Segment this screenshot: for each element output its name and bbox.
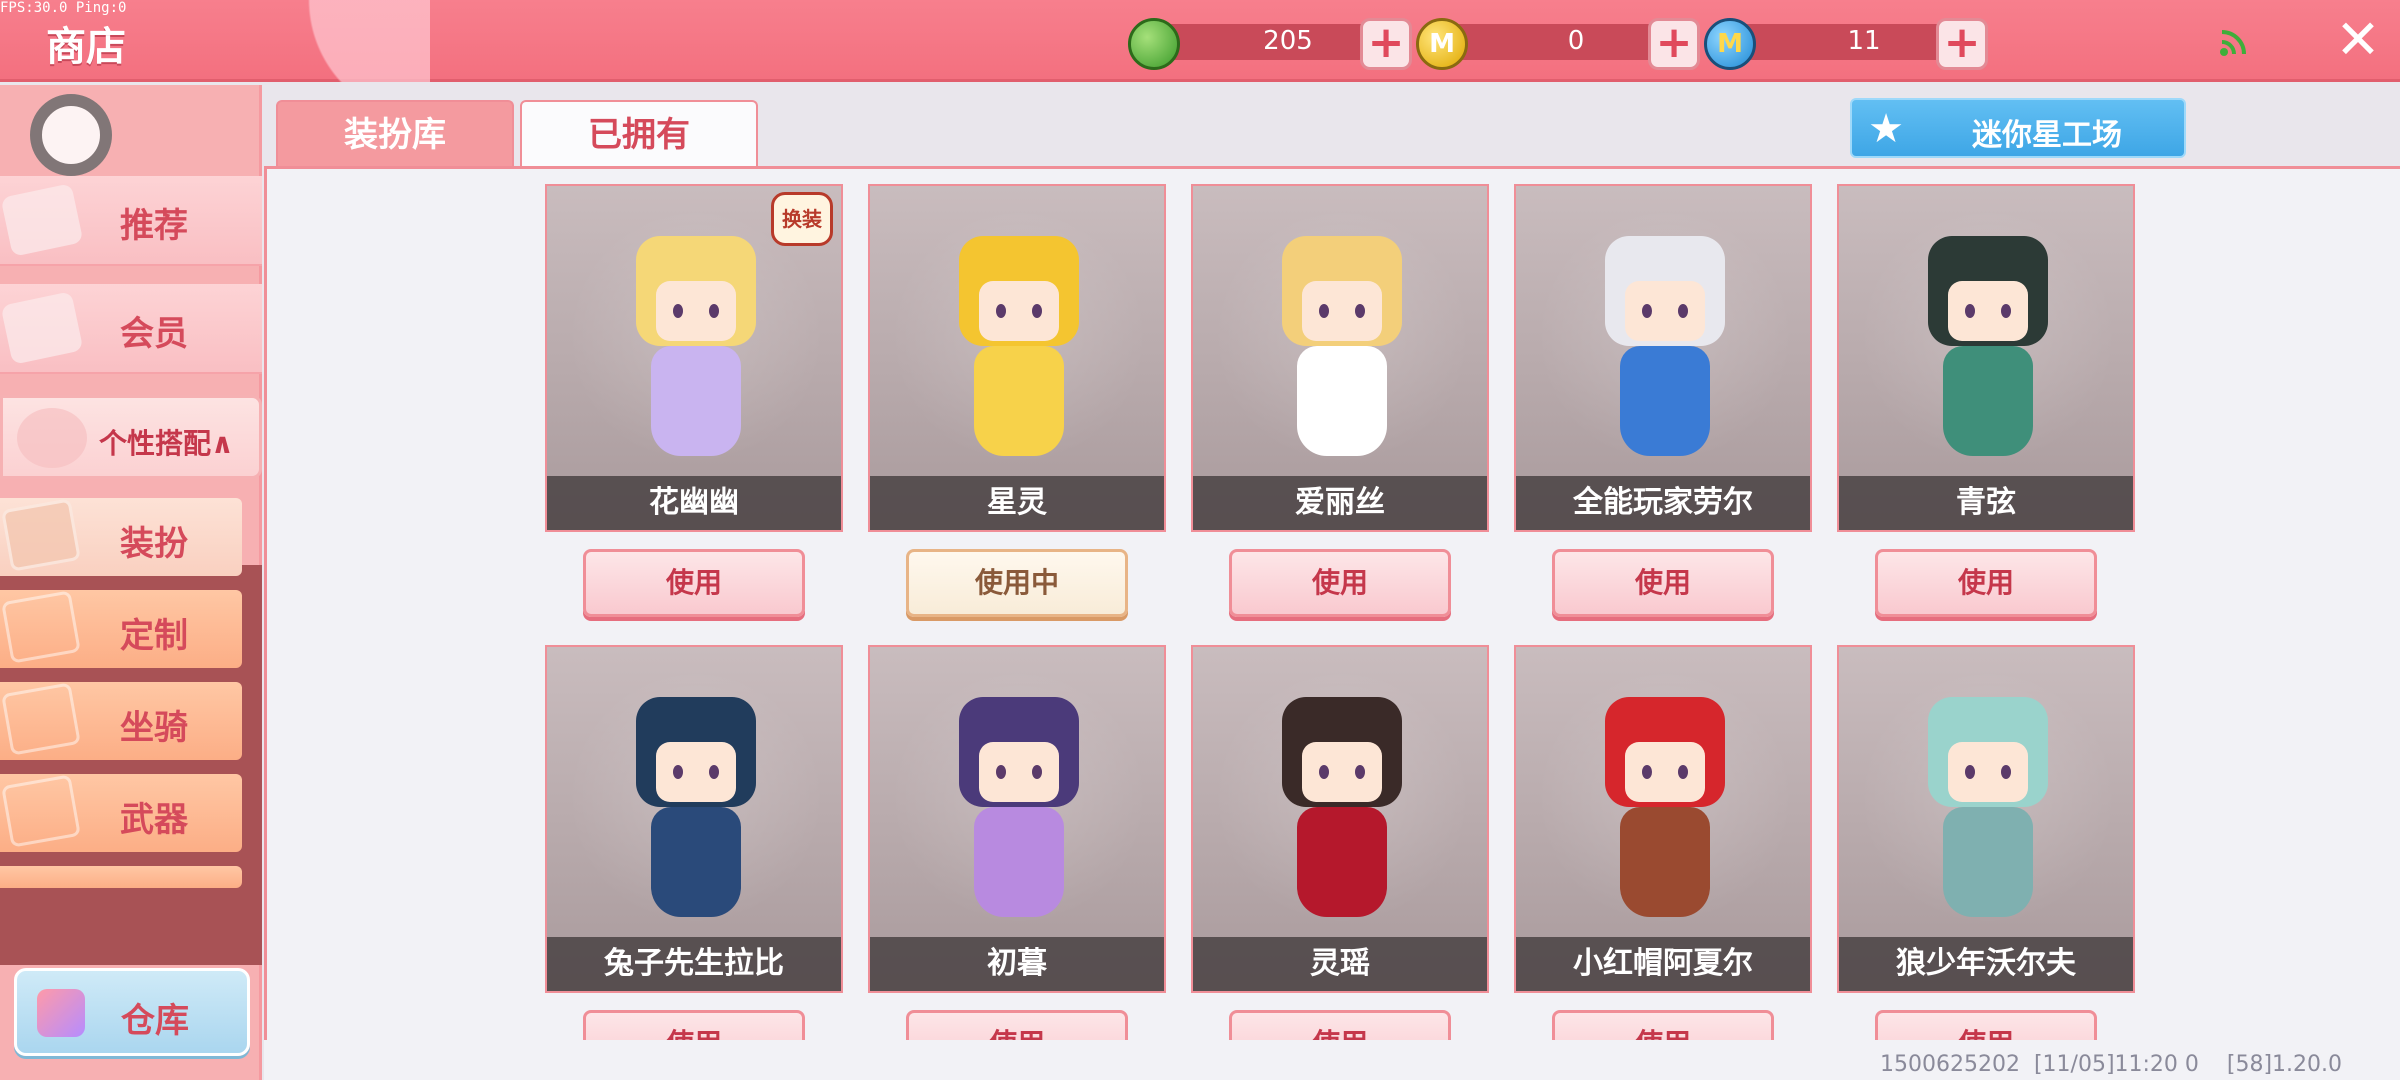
sidebar-item-label: 会员	[120, 314, 188, 354]
skin-name: 初暮	[870, 937, 1164, 991]
build-info: 1500625202 [11/05]11:20 0 [58]1.20.0	[1880, 1052, 2343, 1077]
mini-workshop-button[interactable]: ★ 迷你星工场	[1850, 98, 2186, 158]
character-figure	[1590, 216, 1740, 486]
skin-name: 狼少年沃尔夫	[1839, 937, 2133, 991]
sidebar-item-label: 个性搭配∧	[99, 427, 234, 460]
skin-name: 全能玩家劳尔	[1516, 476, 1810, 530]
tab-owned[interactable]: 已拥有	[520, 100, 758, 168]
skin-card[interactable]: 换装花幽幽	[545, 184, 843, 532]
shirt-icon	[1, 498, 81, 572]
skin-name: 兔子先生拉比	[547, 937, 841, 991]
skin-card[interactable]: 兔子先生拉比	[545, 645, 843, 993]
add-gems-button[interactable]: +	[1360, 18, 1412, 70]
gem-count: 205	[1263, 26, 1313, 56]
sidebar-subitem-label: 定制	[120, 616, 188, 656]
page-title: 商店	[46, 24, 126, 70]
star-icon: ★	[1868, 106, 1904, 152]
sidebar-subitem-weapon[interactable]: 武器	[0, 774, 242, 852]
header-decoration	[200, 0, 430, 82]
mini-coin-count: 11	[1847, 26, 1881, 56]
skin-name: 花幽幽	[547, 476, 841, 530]
character-figure	[621, 216, 771, 486]
skin-card[interactable]: 爱丽丝	[1191, 184, 1489, 532]
sidebar-subitem-mount[interactable]: 坐骑	[0, 682, 242, 760]
sidebar-item-vip[interactable]: 会员	[0, 284, 262, 374]
sidebar-subitem-custom[interactable]: 定制	[0, 590, 242, 668]
warehouse-button[interactable]: 仓库	[14, 968, 250, 1056]
vip-card-icon	[0, 291, 84, 365]
sidebar-subitem-label: 装扮	[120, 524, 188, 564]
skin-card[interactable]: 狼少年沃尔夫	[1837, 645, 2135, 993]
avatar[interactable]	[30, 94, 112, 176]
outfit-icon	[17, 408, 87, 468]
skin-card[interactable]: 全能玩家劳尔	[1514, 184, 1812, 532]
change-outfit-badge: 换装	[771, 192, 833, 246]
character-figure	[944, 216, 1094, 486]
coin-count: 0	[1567, 26, 1585, 56]
skin-name: 青弦	[1839, 476, 2133, 530]
sidebar-subitem-costume[interactable]: 装扮	[0, 498, 242, 576]
sidebar-subitem-partial[interactable]	[0, 866, 242, 888]
use-button[interactable]: 使用	[1552, 549, 1774, 617]
character-figure	[1913, 677, 2063, 947]
sidebar-item-label: 推荐	[120, 206, 188, 246]
custom-icon	[1, 590, 81, 664]
skin-card[interactable]: 青弦	[1837, 184, 2135, 532]
close-icon[interactable]: ✕	[2332, 13, 2384, 67]
skin-card[interactable]: 初暮	[868, 645, 1166, 993]
thumbs-up-icon	[0, 183, 84, 257]
skin-card[interactable]: 星灵	[868, 184, 1166, 532]
skin-name: 小红帽阿夏尔	[1516, 937, 1810, 991]
skin-card[interactable]: 灵瑶	[1191, 645, 1489, 993]
sidebar-item-outfit-expanded[interactable]: 个性搭配∧	[0, 395, 262, 479]
character-figure	[944, 677, 1094, 947]
character-figure	[1913, 216, 2063, 486]
use-button[interactable]: 使用	[1875, 549, 2097, 617]
skin-name: 灵瑶	[1193, 937, 1487, 991]
character-figure	[1267, 677, 1417, 947]
warehouse-label: 仓库	[121, 1001, 189, 1041]
use-button[interactable]: 使用	[583, 549, 805, 617]
character-figure	[1267, 216, 1417, 486]
skin-card[interactable]: 小红帽阿夏尔	[1514, 645, 1812, 993]
sidebar-subitem-label: 坐骑	[120, 708, 188, 748]
top-bar: FPS:30.0 Ping:0 商店 205 + M 0 + M 11 + ✕	[0, 0, 2400, 82]
add-coins-button[interactable]: +	[1648, 18, 1700, 70]
gold-coin-icon: M	[1416, 18, 1468, 70]
skin-name: 爱丽丝	[1193, 476, 1487, 530]
skin-name: 星灵	[870, 476, 1164, 530]
sidebar-subitem-label: 武器	[120, 800, 188, 840]
mount-icon	[1, 682, 81, 756]
warehouse-icon	[37, 989, 85, 1037]
in-use-button[interactable]: 使用中	[906, 549, 1128, 617]
tab-costume-library[interactable]: 装扮库	[276, 100, 514, 168]
green-gem-icon	[1128, 18, 1180, 70]
weapon-icon	[1, 774, 81, 848]
blue-coin-icon: M	[1704, 18, 1756, 70]
workshop-label: 迷你星工场	[1972, 118, 2122, 153]
add-mini-coins-button[interactable]: +	[1936, 18, 1988, 70]
sidebar-item-recommend[interactable]: 推荐	[0, 176, 262, 266]
use-button[interactable]: 使用	[1229, 549, 1451, 617]
character-figure	[621, 677, 771, 947]
character-figure	[1590, 677, 1740, 947]
signal-icon	[2220, 30, 2246, 56]
